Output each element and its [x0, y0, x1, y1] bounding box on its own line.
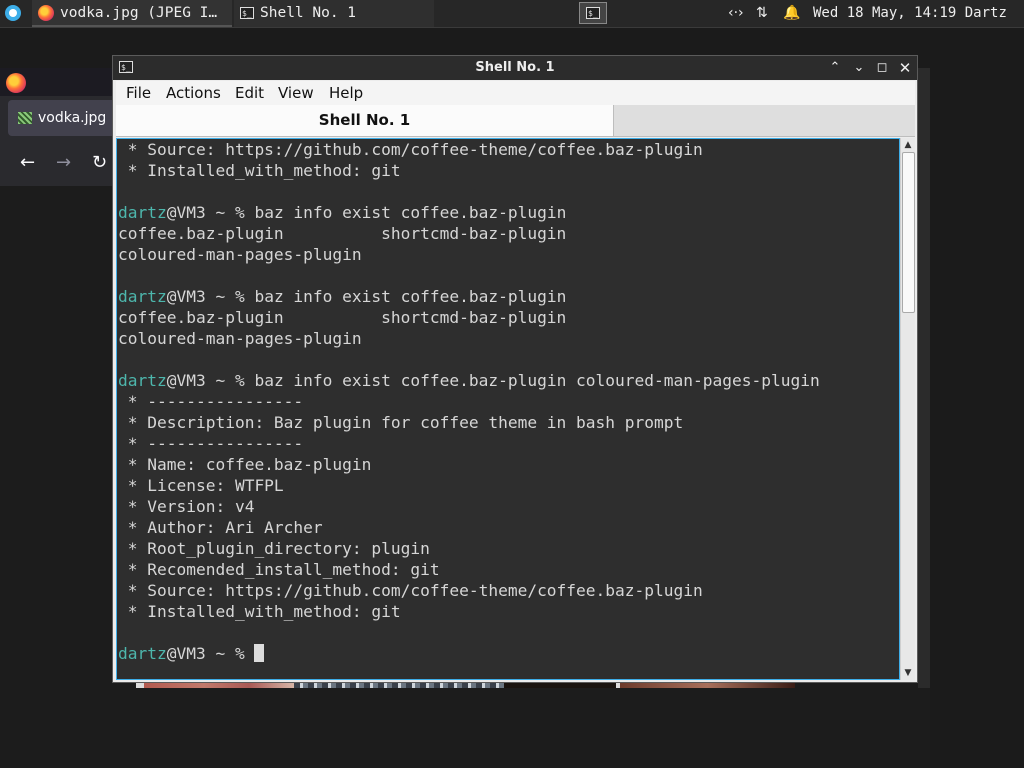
- browser-window-edge: [918, 68, 930, 688]
- menu-actions[interactable]: Actions: [166, 81, 221, 105]
- shade-button[interactable]: ⌃: [824, 56, 846, 80]
- app-menu-icon[interactable]: [5, 5, 21, 21]
- maximize-button[interactable]: ◻: [871, 56, 893, 80]
- minimize-button[interactable]: ⌄: [848, 56, 870, 80]
- network-icon[interactable]: ‹·›: [728, 0, 744, 27]
- taskbar-item-label: vodka.jpg (JPEG I…: [60, 5, 218, 21]
- window-title: Shell No. 1: [475, 60, 555, 75]
- clock-text: Wed 18 May, 14:19: [813, 5, 957, 21]
- output-line: * License: WTFPL: [118, 475, 820, 496]
- prompt-line: dartz@VM3 ~ % baz info exist coffee.baz-…: [118, 286, 820, 307]
- output-line: * ----------------: [118, 433, 820, 454]
- output-line: * ----------------: [118, 391, 820, 412]
- output-text: * Root_plugin_directory: plugin: [118, 539, 430, 558]
- output-line: coffee.baz-plugin shortcmd-baz-plugin: [118, 223, 820, 244]
- output-text: * Author: Ari Archer: [118, 518, 323, 537]
- scroll-up-icon[interactable]: ▲: [901, 138, 915, 152]
- prompt-user: dartz: [118, 371, 167, 390]
- tab-bar: Shell No. 1: [116, 105, 915, 137]
- terminal-icon: $_: [586, 7, 600, 19]
- image-icon: [18, 112, 32, 124]
- output-text: * Version: v4: [118, 497, 255, 516]
- reload-icon[interactable]: ↻: [92, 152, 107, 173]
- output-line: coloured-man-pages-plugin: [118, 244, 820, 265]
- output-text: * ----------------: [118, 434, 304, 453]
- terminal-titlebar[interactable]: $_ Shell No. 1 ⌃ ⌄ ◻ ✕: [113, 56, 917, 80]
- output-text: * Installed_with_method: git: [118, 161, 401, 180]
- firefox-icon: [6, 73, 26, 93]
- prompt-host: @VM3 ~ %: [166, 287, 255, 306]
- prompt-line: dartz@VM3 ~ %: [118, 643, 820, 664]
- user-name: Dartz: [964, 5, 1007, 21]
- command-text: baz info exist coffee.baz-plugin: [254, 287, 567, 306]
- output-line: * Root_plugin_directory: plugin: [118, 538, 820, 559]
- output-line: * Version: v4: [118, 496, 820, 517]
- prompt-user: dartz: [118, 203, 167, 222]
- tab-shell-1[interactable]: Shell No. 1: [116, 105, 614, 136]
- output-line: * Installed_with_method: git: [118, 601, 820, 622]
- forward-icon[interactable]: →: [56, 152, 71, 173]
- clock[interactable]: Wed 18 May, 14:19 Dartz: [813, 0, 1007, 27]
- taskbar-item-terminal[interactable]: $_ Shell No. 1: [234, 0, 434, 27]
- output-line: coloured-man-pages-plugin: [118, 328, 820, 349]
- text-cursor: [254, 644, 265, 662]
- output-line: * Recomended_install_method: git: [118, 559, 820, 580]
- menu-bar: File Actions Edit View Help: [116, 81, 915, 105]
- prompt-line: dartz@VM3 ~ % baz info exist coffee.baz-…: [118, 370, 820, 391]
- output-line: * Author: Ari Archer: [118, 517, 820, 538]
- output-text: * ----------------: [118, 392, 304, 411]
- output-line: * Description: Baz plugin for coffee the…: [118, 412, 820, 433]
- menu-help[interactable]: Help: [329, 81, 363, 105]
- notifications-icon[interactable]: 🔔: [783, 0, 800, 27]
- menu-file[interactable]: File: [126, 81, 151, 105]
- top-panel: vodka.jpg (JPEG I… $_ Shell No. 1 $_ ‹·› …: [0, 0, 1024, 28]
- tab-label: Shell No. 1: [318, 111, 411, 129]
- browser-tab-label: vodka.jpg: [38, 110, 107, 126]
- scrollbar[interactable]: ▲ ▼: [900, 138, 915, 680]
- taskbar-item-label: Shell No. 1: [260, 5, 357, 21]
- output-text: coffee.baz-plugin shortcmd-baz-plugin: [118, 224, 567, 243]
- output-text: * Recomended_install_method: git: [118, 560, 440, 579]
- output-text: * Source: https://github.com/coffee-them…: [118, 140, 703, 159]
- terminal-output[interactable]: * Source: https://github.com/coffee-them…: [116, 138, 900, 680]
- terminal-icon: $_: [240, 7, 254, 19]
- prompt-host: @VM3 ~ %: [166, 644, 255, 663]
- terminal-lines: * Source: https://github.com/coffee-them…: [118, 139, 820, 664]
- quick-launch-terminal-button[interactable]: $_: [579, 2, 607, 24]
- output-text: * Description: Baz plugin for coffee the…: [118, 413, 684, 432]
- output-text: * License: WTFPL: [118, 476, 284, 495]
- output-text: * Source: https://github.com/coffee-them…: [118, 581, 703, 600]
- output-text: coloured-man-pages-plugin: [118, 245, 362, 264]
- command-text: baz info exist coffee.baz-plugin: [254, 203, 567, 222]
- prompt-host: @VM3 ~ %: [166, 203, 255, 222]
- prompt-host: @VM3 ~ %: [166, 371, 255, 390]
- menu-edit[interactable]: Edit: [235, 81, 264, 105]
- command-text: baz info exist coffee.baz-plugin coloure…: [254, 371, 820, 390]
- output-line: coffee.baz-plugin shortcmd-baz-plugin: [118, 307, 820, 328]
- menu-view[interactable]: View: [278, 81, 314, 105]
- prompt-line: dartz@VM3 ~ % baz info exist coffee.baz-…: [118, 202, 820, 223]
- prompt-user: dartz: [118, 644, 167, 663]
- output-line: * Name: coffee.baz-plugin: [118, 454, 820, 475]
- back-icon[interactable]: ←: [20, 152, 35, 173]
- taskbar-item-firefox[interactable]: vodka.jpg (JPEG I…: [32, 0, 232, 27]
- transfer-icon[interactable]: ⇅: [756, 0, 768, 27]
- scrollbar-thumb[interactable]: [902, 152, 915, 314]
- output-line: * Source: https://github.com/coffee-them…: [118, 580, 820, 601]
- output-text: coffee.baz-plugin shortcmd-baz-plugin: [118, 308, 567, 327]
- terminal-window: $_ Shell No. 1 ⌃ ⌄ ◻ ✕ File Actions Edit…: [112, 55, 918, 683]
- output-line: * Installed_with_method: git: [118, 160, 820, 181]
- output-text: * Name: coffee.baz-plugin: [118, 455, 372, 474]
- output-line: * Source: https://github.com/coffee-them…: [118, 139, 820, 160]
- scroll-down-icon[interactable]: ▼: [901, 666, 915, 680]
- prompt-user: dartz: [118, 287, 167, 306]
- output-text: * Installed_with_method: git: [118, 602, 401, 621]
- output-text: coloured-man-pages-plugin: [118, 329, 362, 348]
- close-button[interactable]: ✕: [894, 56, 916, 80]
- firefox-icon: [38, 5, 54, 21]
